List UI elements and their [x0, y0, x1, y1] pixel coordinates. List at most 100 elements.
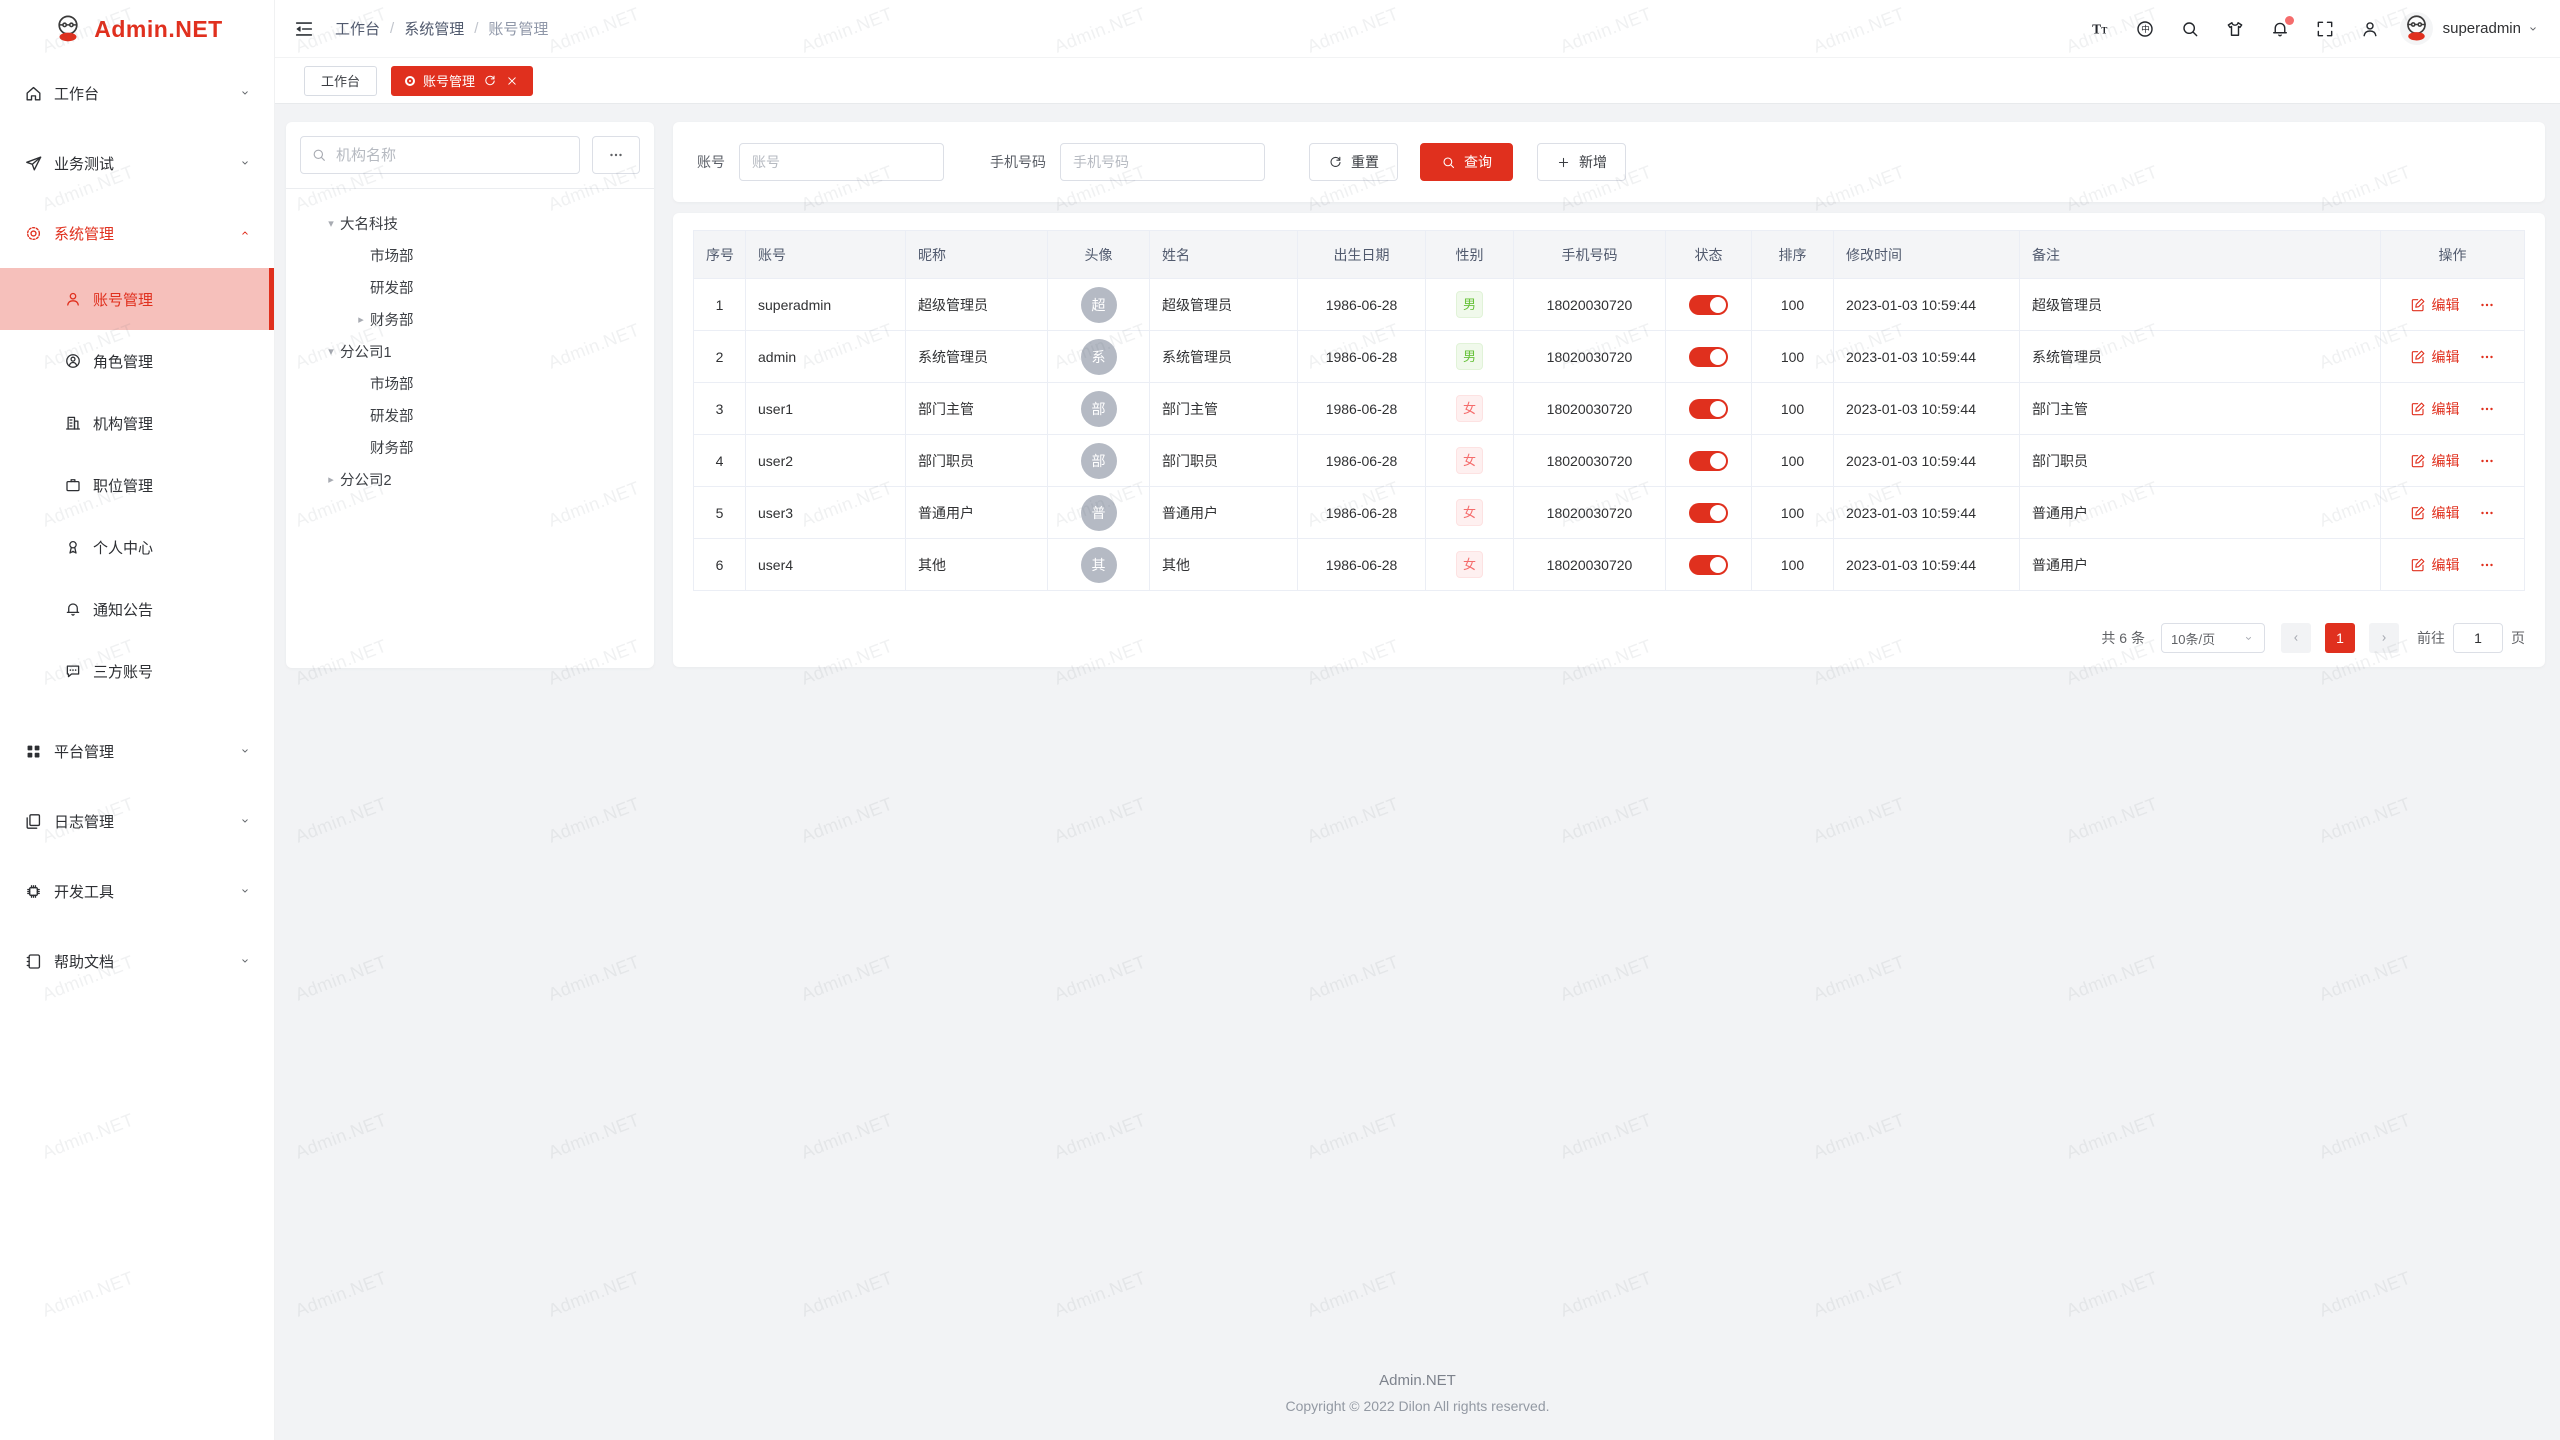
row-more-button[interactable] [2478, 504, 2496, 522]
tree-caret-icon[interactable]: ▾ [322, 217, 340, 230]
page-suffix: 页 [2511, 628, 2525, 648]
theme-icon[interactable] [2225, 19, 2245, 39]
refresh-icon[interactable] [483, 74, 497, 88]
cell-remark: 系统管理员 [2020, 331, 2381, 383]
row-avatar: 普 [1081, 495, 1117, 531]
sidebar-item-系统管理[interactable]: 系统管理 [0, 198, 274, 268]
tree-caret-icon[interactable]: ▸ [322, 473, 340, 486]
column-header-actions: 操作 [2381, 231, 2525, 279]
org-search-input[interactable] [336, 147, 569, 164]
tree-node-研发部[interactable]: 研发部 [300, 271, 640, 303]
edit-button[interactable]: 编辑 [2410, 451, 2460, 471]
row-more-button[interactable] [2478, 452, 2496, 470]
edit-button[interactable]: 编辑 [2410, 399, 2460, 419]
tree-node-研发部[interactable]: 研发部 [300, 399, 640, 431]
row-more-button[interactable] [2478, 400, 2496, 418]
theme-icon [2225, 19, 2245, 39]
sidebar-item-职位管理[interactable]: 职位管理 [0, 454, 274, 516]
cell-birth: 1986-06-28 [1298, 435, 1426, 487]
cell-sort: 100 [1752, 487, 1834, 539]
chevron-left-icon [2289, 631, 2303, 645]
cell-actions: 编辑 [2381, 279, 2525, 331]
fullscreen-icon[interactable] [2315, 19, 2335, 39]
sidebar-item-开发工具[interactable]: 开发工具 [0, 856, 274, 926]
cell-phone: 18020030720 [1514, 383, 1666, 435]
tab-工作台[interactable]: 工作台 [304, 66, 377, 96]
more-dots-icon [2478, 504, 2496, 522]
current-page[interactable]: 1 [2325, 623, 2355, 653]
row-more-button[interactable] [2478, 296, 2496, 314]
status-toggle[interactable] [1689, 347, 1728, 367]
add-button[interactable]: 新增 [1537, 143, 1626, 181]
collapse-sidebar-icon[interactable] [293, 18, 315, 40]
sidebar-item-机构管理[interactable]: 机构管理 [0, 392, 274, 454]
tree-node-市场部[interactable]: 市场部 [300, 239, 640, 271]
next-page-button[interactable] [2369, 623, 2399, 653]
prev-page-button[interactable] [2281, 623, 2311, 653]
chevron-down-icon[interactable] [2526, 22, 2540, 36]
edit-button[interactable]: 编辑 [2410, 295, 2460, 315]
search-icon[interactable] [2180, 19, 2200, 39]
tree-caret-icon[interactable]: ▾ [322, 345, 340, 358]
sidebar-item-角色管理[interactable]: 角色管理 [0, 330, 274, 392]
more-dots-icon [607, 146, 625, 164]
edit-button[interactable]: 编辑 [2410, 503, 2460, 523]
row-more-button[interactable] [2478, 556, 2496, 574]
search-icon [311, 147, 327, 163]
table-row: 2admin系统管理员系系统管理员1986-06-28男180200307201… [694, 331, 2525, 383]
status-toggle[interactable] [1689, 451, 1728, 471]
status-toggle[interactable] [1689, 555, 1728, 575]
sidebar-item-帮助文档[interactable]: 帮助文档 [0, 926, 274, 996]
status-toggle[interactable] [1689, 503, 1728, 523]
notification-icon[interactable] [2270, 19, 2290, 39]
sidebar-item-三方账号[interactable]: 三方账号 [0, 640, 274, 702]
sidebar-item-业务测试[interactable]: 业务测试 [0, 128, 274, 198]
sidebar-item-工作台[interactable]: 工作台 [0, 58, 274, 128]
person-icon[interactable] [2360, 19, 2380, 39]
tree-node-财务部[interactable]: 财务部 [300, 431, 640, 463]
sidebar-item-平台管理[interactable]: 平台管理 [0, 716, 274, 786]
close-icon[interactable] [505, 74, 519, 88]
header-actions: TT 中 superadmin [2065, 12, 2540, 45]
tree-node-分公司2[interactable]: ▸分公司2 [300, 463, 640, 495]
tree-caret-icon[interactable]: ▸ [352, 313, 370, 326]
row-avatar: 超 [1081, 287, 1117, 323]
tab-bar: 工作台账号管理 [275, 58, 2560, 104]
query-button[interactable]: 查询 [1420, 143, 1513, 181]
page-size-select[interactable]: 10条/页 [2161, 623, 2265, 653]
edit-button[interactable]: 编辑 [2410, 347, 2460, 367]
org-more-button[interactable] [592, 136, 640, 174]
svg-text:T: T [2101, 25, 2107, 35]
sidebar-item-通知公告[interactable]: 通知公告 [0, 578, 274, 640]
logo[interactable]: Admin.NET [0, 0, 274, 58]
sidebar-item-账号管理[interactable]: 账号管理 [0, 268, 274, 330]
goto-page-input[interactable] [2453, 623, 2503, 653]
breadcrumb-item-系统管理[interactable]: 系统管理 [404, 18, 464, 39]
tree-node-大名科技[interactable]: ▾大名科技 [300, 207, 640, 239]
account-input[interactable] [739, 143, 944, 181]
sidebar-item-个人中心[interactable]: 个人中心 [0, 516, 274, 578]
tab-账号管理[interactable]: 账号管理 [391, 66, 533, 96]
edit-button[interactable]: 编辑 [2410, 555, 2460, 575]
tree-node-市场部[interactable]: 市场部 [300, 367, 640, 399]
cell-remark: 普通用户 [2020, 487, 2381, 539]
font-size-icon[interactable]: TT [2090, 19, 2110, 39]
status-toggle[interactable] [1689, 295, 1728, 315]
reset-button[interactable]: 重置 [1309, 143, 1398, 181]
cell-birth: 1986-06-28 [1298, 383, 1426, 435]
tree-node-财务部[interactable]: ▸财务部 [300, 303, 640, 335]
row-more-button[interactable] [2478, 348, 2496, 366]
username[interactable]: superadmin [2443, 20, 2521, 37]
org-tree-panel: ▾大名科技市场部研发部▸财务部▾分公司1市场部研发部财务部▸分公司2 [286, 122, 654, 668]
phone-input[interactable] [1060, 143, 1265, 181]
avatar[interactable] [2400, 12, 2433, 45]
tree-node-分公司1[interactable]: ▾分公司1 [300, 335, 640, 367]
language-icon[interactable]: 中 [2135, 19, 2155, 39]
sidebar-item-日志管理[interactable]: 日志管理 [0, 786, 274, 856]
status-toggle[interactable] [1689, 399, 1728, 419]
logo-mascot-icon [51, 12, 85, 46]
breadcrumb-item-工作台[interactable]: 工作台 [335, 18, 380, 39]
table-header-row: 序号账号昵称头像姓名出生日期性别手机号码状态排序修改时间备注操作 [694, 231, 2525, 279]
user-table: 序号账号昵称头像姓名出生日期性别手机号码状态排序修改时间备注操作1superad… [693, 230, 2525, 591]
cell-phone: 18020030720 [1514, 279, 1666, 331]
